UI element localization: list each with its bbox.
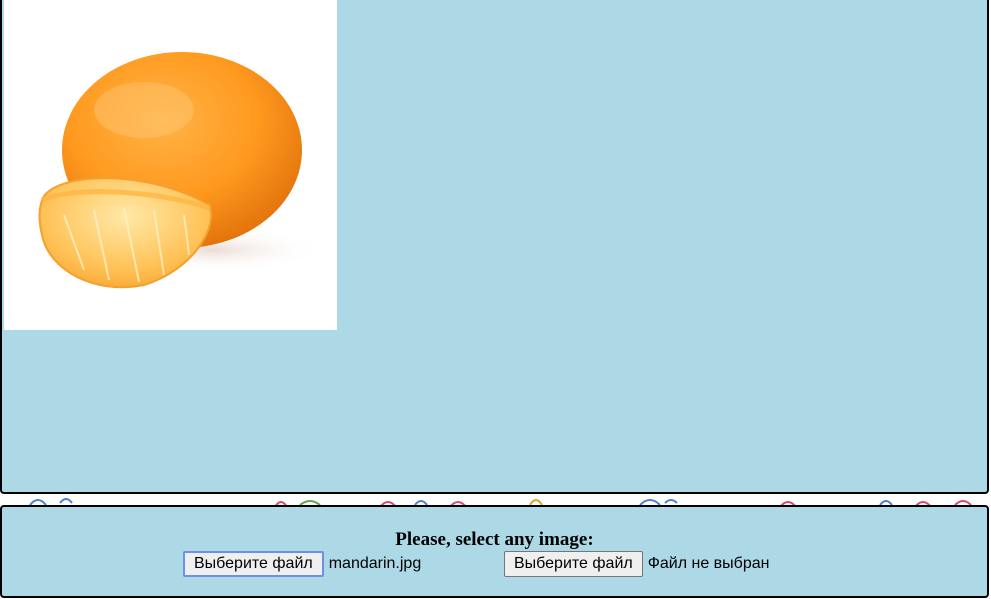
mandarin-image [4,0,337,330]
image-preview-panel [0,0,989,494]
file-input-1[interactable]: Выберите файл mandarin.jpg [183,551,421,577]
file-input-2[interactable]: Выберите файл Файл не выбран [504,551,769,577]
upload-prompt: Please, select any image: [395,529,594,550]
upload-panel: Please, select any image: Выберите файл … [0,505,989,598]
selected-file-name-1: mandarin.jpg [328,555,422,572]
choose-file-button-1[interactable]: Выберите файл [183,551,324,577]
choose-file-button-2[interactable]: Выберите файл [504,551,643,577]
page: Please, select any image: Выберите файл … [0,0,991,599]
selected-file-name-2: Файл не выбран [647,555,770,572]
